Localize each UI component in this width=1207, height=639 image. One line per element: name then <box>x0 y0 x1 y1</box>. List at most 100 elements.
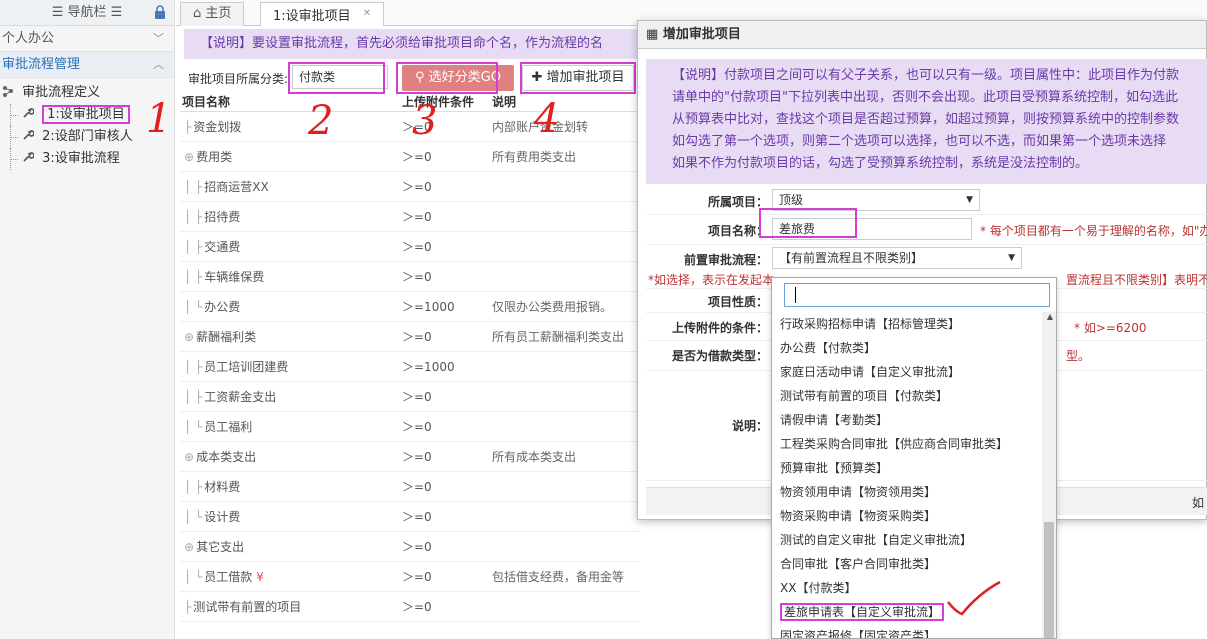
highlight-box <box>520 62 636 94</box>
pre-flow-select[interactable]: 【有前置流程且不限类别】 ▼ <box>772 247 1022 269</box>
table-row[interactable]: │ └ 设计费 ＞=0 <box>180 502 640 532</box>
tab-home[interactable]: ⌂ 主页 <box>180 2 245 26</box>
tab-set-approval-project[interactable]: 1:设审批项目 ✕ <box>260 2 385 26</box>
table-header: 项目名称 上传附件条件 说明 <box>180 92 640 112</box>
dropdown-option[interactable]: 预算审批【预算类】 <box>772 456 1044 480</box>
dropdown-option[interactable]: 行政采购招标申请【招标管理类】 <box>772 312 1044 336</box>
project-name: 员工借款 <box>204 570 253 584</box>
tree-connector: │ └ <box>184 300 203 314</box>
project-name-cell: │ ├ 招商运营XX <box>184 172 269 202</box>
tab-label: 1:设审批项目 <box>273 9 351 24</box>
dropdown-search-input[interactable] <box>784 283 1050 307</box>
project-name: 薪酬福利类 <box>196 330 257 344</box>
upload-condition-cell: ＞=0 <box>402 600 432 614</box>
description-cell: 所有费用类支出 <box>492 150 577 164</box>
dropdown-option[interactable]: 工程类采购合同审批【供应商合同审批类】 <box>772 432 1044 456</box>
project-name: 员工福利 <box>204 420 253 434</box>
table-row[interactable]: │ ├ 工资薪金支出 ＞=0 <box>180 382 640 412</box>
menu-group-approval-management[interactable]: 审批流程管理 ︿ <box>0 52 174 78</box>
dropdown-option[interactable]: 办公费【付款类】 <box>772 336 1044 360</box>
dropdown-scrollbar[interactable]: ▲ <box>1042 312 1056 638</box>
form-row-parent: 所属项目： 顶级 ▼ <box>646 187 1207 215</box>
upload-condition-cell: ＞=0 <box>402 450 432 464</box>
project-name: 招商运营XX <box>204 180 269 194</box>
table-row[interactable]: │ ├ 材料费 ＞=0 <box>180 472 640 502</box>
chevron-down-icon: ﹀ <box>153 32 164 45</box>
dropdown-option-label: 行政采购招标申请【招标管理类】 <box>780 317 961 331</box>
pre-flow-value: 【有前置流程且不限类别】 <box>779 251 924 265</box>
dropdown-option[interactable]: 家庭日活动申请【自定义审批流】 <box>772 360 1044 384</box>
tree-connector: ⊕ <box>184 150 195 164</box>
attach-label: 上传附件的条件： <box>671 321 768 335</box>
upload-condition-cell: ＞=0 <box>402 210 432 224</box>
dropdown-option[interactable]: 请假申请【考勤类】 <box>772 408 1044 432</box>
tab-label: 主页 <box>205 6 232 21</box>
project-name-cell: │ └ 员工福利 <box>184 412 252 442</box>
loan-label: 是否为借款类型： <box>671 349 768 363</box>
annotation-number: 3 <box>412 98 438 144</box>
table-row[interactable]: │ └ 员工福利 ＞=0 <box>180 412 640 442</box>
wrench-icon <box>23 152 34 162</box>
dropdown-option-label: 预算审批【预算类】 <box>780 461 889 475</box>
footer-button[interactable]: 如 <box>1192 494 1204 511</box>
table-row[interactable]: │ ├ 招待费 ＞=0 <box>180 202 640 232</box>
project-name-cell: ⊕ 薪酬福利类 <box>184 322 256 352</box>
table-row[interactable]: ├ 资金划拨 ＞=0 内部账户资金划转 <box>180 112 640 142</box>
table-row[interactable]: ⊕ 薪酬福利类 ＞=0 所有员工薪酬福利类支出 <box>180 322 640 352</box>
upload-condition-cell: ＞=0 <box>402 270 432 284</box>
table-row[interactable]: ⊕ 成本类支出 ＞=0 所有成本类支出 <box>180 442 640 472</box>
form-row-name: 项目名称： 差旅费 * 每个项目都有一个易于理解的名称，如"办公 <box>646 215 1207 245</box>
lock-icon[interactable] <box>154 5 166 19</box>
pre-flow-hint-right: 置流程且不限类别】表明不受 <box>1066 273 1207 287</box>
project-name-cell: │ └ 办公费 <box>184 292 240 322</box>
table-row[interactable]: │ ├ 交通费 ＞=0 <box>180 232 640 262</box>
dialog-notice: 【说明】付款项目之间可以有父子关系，也可以只有一级。项目属性中：此项目作为付款 … <box>646 59 1207 184</box>
table-row[interactable]: │ ├ 招商运营XX ＞=0 <box>180 172 640 202</box>
dropdown-option[interactable]: 固定资产报修【固定资产类】 <box>772 624 1044 639</box>
tree-connector: │ ├ <box>184 240 203 254</box>
dropdown-option[interactable]: 合同审批【客户合同审批类】 <box>772 552 1044 576</box>
tree-connector: ⊕ <box>184 330 195 344</box>
dropdown-option-label: 测试带有前置的项目【付款类】 <box>780 389 949 403</box>
table-row[interactable]: ├ 测试带有前置的项目 ＞=0 <box>180 592 640 622</box>
annotation-number: 2 <box>308 98 334 144</box>
description-cell: 包括借支经费，备用金等 <box>492 570 625 584</box>
parent-select-value: 顶级 <box>779 193 804 207</box>
project-name-cell: ├ 资金划拨 <box>184 112 241 142</box>
table-row[interactable]: │ ├ 车辆维保费 ＞=0 <box>180 262 640 292</box>
pre-flow-label: 前置审批流程： <box>683 253 768 267</box>
project-name: 员工培训团建费 <box>204 360 289 374</box>
project-name: 成本类支出 <box>196 450 257 464</box>
tree-item-set-approval-flow[interactable]: 3:设审批流程 <box>0 148 174 170</box>
description-cell: 仅限办公类费用报销。 <box>492 300 613 314</box>
dropdown-option[interactable]: 物资领用申请【物资领用类】 <box>772 480 1044 504</box>
dropdown-option-label: 物资采购申请【物资采购类】 <box>780 509 937 523</box>
dropdown-option[interactable]: 测试的自定义审批【自定义审批流】 <box>772 528 1044 552</box>
project-name: 资金划拨 <box>193 120 242 134</box>
tree-connector: │ ├ <box>184 270 203 284</box>
project-name: 费用类 <box>196 150 233 164</box>
close-icon[interactable]: ✕ <box>363 8 371 19</box>
table-row[interactable]: │ └ 办公费 ＞=1000 仅限办公类费用报销。 <box>180 292 640 322</box>
table-row[interactable]: ⊕ 其它支出 ＞=0 <box>180 532 640 562</box>
project-name-cell: │ └ 员工借款 ¥ <box>184 562 264 592</box>
table-row[interactable]: │ ├ 员工培训团建费 ＞=1000 <box>180 352 640 382</box>
tree-connector: ├ <box>184 120 192 134</box>
notice-line: 如果不作为付款项目的话，勾选了受预算系统控制，系统是没法控制的。 <box>672 156 1089 171</box>
chevron-up-icon: ︿ <box>153 58 164 71</box>
menu-group-personal-office[interactable]: 个人办公 ﹀ <box>0 26 174 52</box>
project-name: 其它支出 <box>196 540 245 554</box>
table-row[interactable]: ⊕ 费用类 ＞=0 所有费用类支出 <box>180 142 640 172</box>
nav-header[interactable]: ☰ 导航栏 ☰ <box>0 0 174 26</box>
dropdown-option[interactable]: 物资采购申请【物资采购类】 <box>772 504 1044 528</box>
highlight-box <box>759 208 857 238</box>
tree-connector: │ ├ <box>184 180 203 194</box>
dropdown-option-label: 固定资产报修【固定资产类】 <box>780 629 937 639</box>
table-row[interactable]: │ └ 员工借款 ¥ ＞=0 包括借支经费，备用金等 <box>180 562 640 592</box>
dropdown-option[interactable]: 测试带有前置的项目【付款类】 <box>772 384 1044 408</box>
pre-flow-dropdown: 行政采购招标申请【招标管理类】 办公费【付款类】 家庭日活动申请【自定义审批流】 测试… <box>771 277 1057 639</box>
scroll-up-arrow-icon[interactable]: ▲ <box>1047 312 1053 321</box>
tree-connector: │ └ <box>184 570 203 584</box>
scrollbar-thumb[interactable] <box>1044 522 1054 638</box>
dialog-title-bar[interactable]: ▦ 增加审批项目 <box>638 21 1206 49</box>
